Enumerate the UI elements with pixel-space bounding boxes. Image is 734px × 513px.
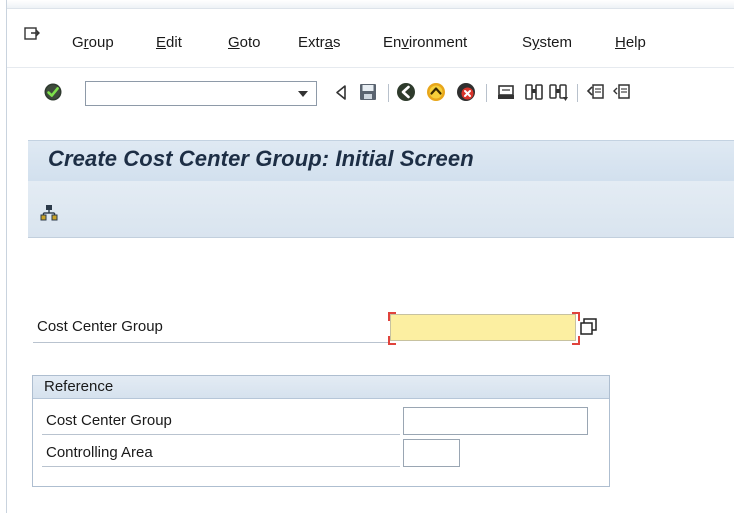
- window-top-edge: [6, 0, 734, 9]
- required-marker-icon: [572, 336, 580, 345]
- menu-label-part: dit: [166, 34, 182, 51]
- menu-environment[interactable]: Environment: [383, 34, 467, 51]
- menu-exit-icon[interactable]: [24, 27, 40, 41]
- menu-label-part: Extr: [298, 34, 325, 51]
- menu-accel-key: E: [156, 34, 167, 51]
- save-icon[interactable]: [358, 82, 378, 102]
- toolbar-separator: [486, 84, 487, 102]
- menu-help[interactable]: Help: [615, 34, 646, 51]
- reference-cost-center-group-input[interactable]: [403, 407, 588, 435]
- first-page-icon[interactable]: [586, 82, 606, 102]
- command-field[interactable]: [85, 81, 317, 106]
- label-underline: [33, 342, 388, 343]
- label-underline: [42, 466, 400, 467]
- menu-accel-key: a: [324, 34, 334, 51]
- menu-label-part: oto: [239, 34, 261, 51]
- menu-group[interactable]: Group: [72, 34, 114, 51]
- required-marker-icon: [572, 312, 580, 321]
- cost-center-group-label: Cost Center Group: [37, 318, 163, 335]
- hierarchy-icon[interactable]: [40, 204, 58, 222]
- menu-system[interactable]: System: [522, 34, 572, 51]
- menu-label-part: stem: [539, 34, 573, 51]
- search-help-icon[interactable]: [580, 318, 597, 335]
- menu-accel-key: G: [228, 34, 240, 51]
- menu-label-part: oup: [88, 34, 114, 51]
- toolbar-separator: [577, 84, 578, 102]
- command-field-dropdown-icon[interactable]: [298, 91, 308, 97]
- menu-accel-key: y: [532, 34, 540, 51]
- cost-center-group-input[interactable]: [390, 314, 576, 341]
- page-title: Create Cost Center Group: Initial Screen: [48, 146, 474, 171]
- print-icon[interactable]: [496, 82, 516, 102]
- find-next-icon[interactable]: [549, 82, 569, 102]
- menu-label-part: G: [72, 34, 84, 51]
- menu-label-part: S: [522, 34, 533, 51]
- previous-page-icon[interactable]: [612, 82, 632, 102]
- menu-label-part: s: [333, 34, 341, 51]
- required-marker-icon: [388, 312, 396, 321]
- menu-label-part: ironment: [408, 34, 468, 51]
- toolbar-separator: [388, 84, 389, 102]
- back-icon[interactable]: [396, 82, 416, 102]
- application-toolbar: [28, 181, 734, 238]
- window-left-edge: [6, 0, 7, 513]
- required-marker-icon: [388, 336, 396, 345]
- enter-checkmark-icon[interactable]: [43, 82, 63, 102]
- menu-edit[interactable]: Edit: [156, 34, 182, 51]
- cancel-icon[interactable]: [456, 82, 476, 102]
- menu-label-part: elp: [625, 34, 646, 51]
- menu-label-part: En: [383, 34, 402, 51]
- menu-toolbar-divider: [7, 67, 734, 68]
- menu-accel-key: v: [401, 34, 409, 51]
- controlling-area-label: Controlling Area: [46, 444, 153, 461]
- label-underline: [42, 434, 400, 435]
- menu-goto[interactable]: Goto: [228, 34, 261, 51]
- controlling-area-input[interactable]: [403, 439, 460, 467]
- find-icon[interactable]: [524, 82, 544, 102]
- exit-icon[interactable]: [426, 82, 446, 102]
- reference-cost-center-group-label: Cost Center Group: [46, 412, 172, 429]
- reference-group-header: [33, 376, 609, 399]
- back-arrow-icon[interactable]: [334, 84, 348, 101]
- menu-extras[interactable]: Extras: [298, 34, 341, 51]
- reference-group-title: Reference: [44, 378, 114, 395]
- menu-accel-key: H: [615, 34, 626, 51]
